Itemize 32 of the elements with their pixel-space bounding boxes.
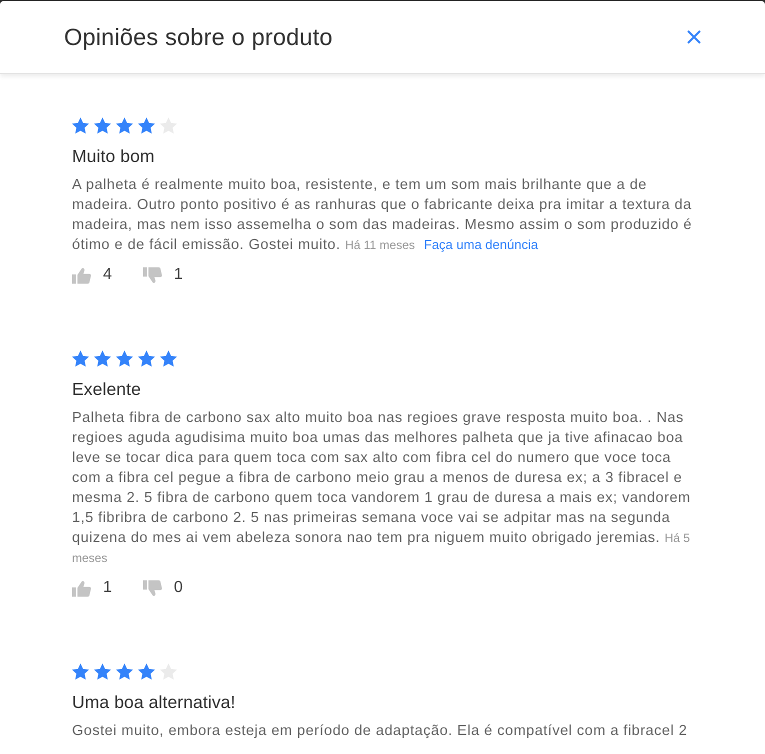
star-icon [116,663,133,680]
like-button[interactable]: 4 [72,266,112,284]
star-icon [72,117,89,134]
star-icon [94,117,111,134]
review-text: A palheta é realmente muito boa, resistente, e tem um som mais brilhante que a de madeira. Outro ponto positivo é as ranhuras que o fabricante deixa pra imitar a textura da madeira, mas nem isso assemelha o som das madeiras. Mesmo assim o som produzido é ótimo e de fácil emissão. Gostei muito. Há 11 meses Faça uma denúncia [72,176,693,255]
star-icon [138,350,155,367]
star-icon [94,663,111,680]
thumbs-down-icon [142,580,162,596]
thumbs-up-icon [72,266,91,284]
star-icon [138,663,155,680]
dislike-button[interactable]: 1 [142,266,183,284]
review-text: Palheta fibra de carbono sax alto muito boa nas regioes grave resposta muito boa. . Nas regioes aguda agudisima muito boa umas das melhores palheta que ja tive afinacao boa leve se tocar dica para quem toca com sax alto com fibra cel do numero que voce toca com a fibra cel pegue a fibra de carbono meio grau a menos de duresa ex; a 3 fibracel e mesma 2. 5 fibra de carbono quem toca vandorem 1 grau de duresa a mais ex; vandorem 1,5 fibribra de carbono 2. 5 nas primeiras semana voce vai se adpitar mas na segunda quizena do mes ai vem abeleza sonora nao tem pra niguem muito obrigado jeremias. Há 5 meses [72,409,692,567]
thumbs-down-icon [142,266,162,284]
star-icon [72,350,89,367]
review-title: Exelente [72,379,142,399]
star-icon [116,117,133,134]
review-date: Há 11 meses [345,238,415,252]
like-button[interactable]: 1 [72,579,112,597]
report-link[interactable]: Faça uma denúncia [424,237,538,252]
review-text: Gostei muito, embora esteja em período de adaptação. Ela é compatível com a fibracel 2 [72,722,688,741]
close-button[interactable] [687,30,701,44]
star-icon [138,117,155,134]
close-icon [687,30,701,44]
review-title: Muito bom [72,146,156,166]
star-icon [94,350,111,367]
star-icon [72,663,89,680]
star-icon [116,350,133,367]
star-icon [160,350,177,367]
thumbs-up-icon [72,580,91,596]
dislike-button[interactable]: 0 [142,579,183,597]
review-title: Uma boa alternativa! [72,692,236,712]
dialog-title: Opiniões sobre o produto [64,23,333,51]
